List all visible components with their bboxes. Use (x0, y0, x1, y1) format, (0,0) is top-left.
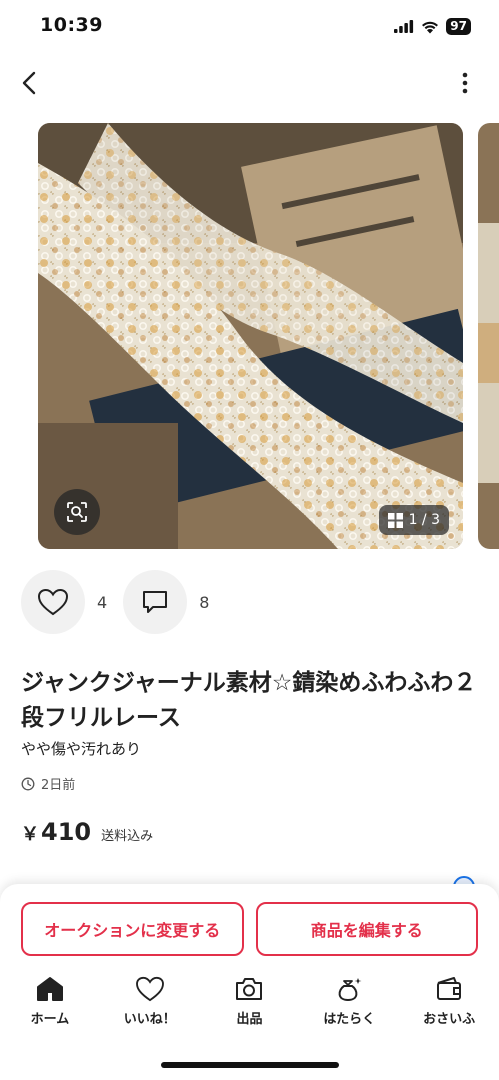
signal-icon (394, 20, 414, 33)
money-bag-icon (338, 978, 362, 1001)
tab-label-wallet: おさいふ (423, 1012, 476, 1027)
posted-time-text: 2日前 (41, 778, 76, 793)
price-value: 410 (41, 818, 92, 846)
item-title: ジャンクジャーナル素材☆錆染めふわふわ２段フリルレース (21, 670, 477, 731)
grid-icon (387, 512, 403, 528)
tab-label-likes: いいね！ (123, 1012, 176, 1027)
product-photo[interactable]: 1 / 3 (38, 123, 463, 549)
tab-home[interactable]: ホーム (0, 976, 100, 1036)
more-options-button[interactable] (453, 66, 477, 100)
tab-label-sell: 出品 (236, 1012, 263, 1027)
nav-bar (0, 62, 499, 104)
bottom-panel: オークションに変更する 商品を編集する ホーム いいね！ 出品 はたらく おさい… (0, 884, 499, 1080)
status-time: 10:39 (40, 14, 103, 36)
image-counter-badge[interactable]: 1 / 3 (378, 505, 449, 535)
like-button[interactable] (21, 570, 85, 634)
item-price: ￥ 410 送料込み (21, 818, 153, 846)
chevron-left-icon (22, 71, 36, 95)
heart-icon (37, 588, 69, 616)
tab-work[interactable]: はたらく (299, 976, 399, 1036)
cta-row: オークションに変更する 商品を編集する (21, 902, 478, 956)
wifi-icon (422, 21, 439, 33)
price-currency: ￥ (21, 824, 39, 845)
tab-label-home: ホーム (30, 1012, 70, 1027)
camera-icon (236, 978, 263, 1000)
clock-icon (21, 777, 35, 790)
image-carousel[interactable]: 1 / 3 (0, 123, 499, 549)
image-search-icon (67, 502, 87, 522)
status-icons: 97 (394, 18, 471, 35)
next-photo-preview (478, 123, 499, 549)
item-condition: やや傷や汚れあり (21, 740, 142, 758)
back-button[interactable] (14, 66, 44, 100)
engagement-row: 4 8 (21, 570, 225, 634)
image-search-button[interactable] (54, 489, 100, 535)
posted-time: 2日前 (21, 774, 75, 793)
tab-label-work: はたらく (323, 1012, 376, 1027)
wallet-icon (437, 977, 462, 1000)
home-icon (36, 977, 63, 1001)
status-bar: 10:39 97 (0, 0, 499, 56)
heart-icon (135, 976, 164, 1002)
comment-icon (143, 591, 168, 613)
home-indicator (161, 1062, 339, 1068)
tab-bar: ホーム いいね！ 出品 はたらく おさいふ (0, 976, 499, 1036)
shipping-note: 送料込み (101, 829, 154, 844)
vertical-dots-icon (462, 72, 468, 94)
image-counter-text: 1 / 3 (408, 512, 440, 528)
change-to-auction-button[interactable]: オークションに変更する (21, 902, 244, 956)
next-product-photo[interactable] (478, 123, 499, 549)
tab-likes[interactable]: いいね！ (100, 976, 200, 1036)
tab-sell[interactable]: 出品 (200, 976, 300, 1036)
lace-ribbon-photo (38, 123, 463, 549)
edit-item-button[interactable]: 商品を編集する (255, 902, 478, 956)
comment-count: 8 (199, 592, 210, 612)
battery-indicator: 97 (446, 18, 471, 35)
like-count: 4 (97, 592, 108, 612)
tab-wallet[interactable]: おさいふ (399, 976, 499, 1036)
comment-button[interactable] (123, 570, 188, 634)
